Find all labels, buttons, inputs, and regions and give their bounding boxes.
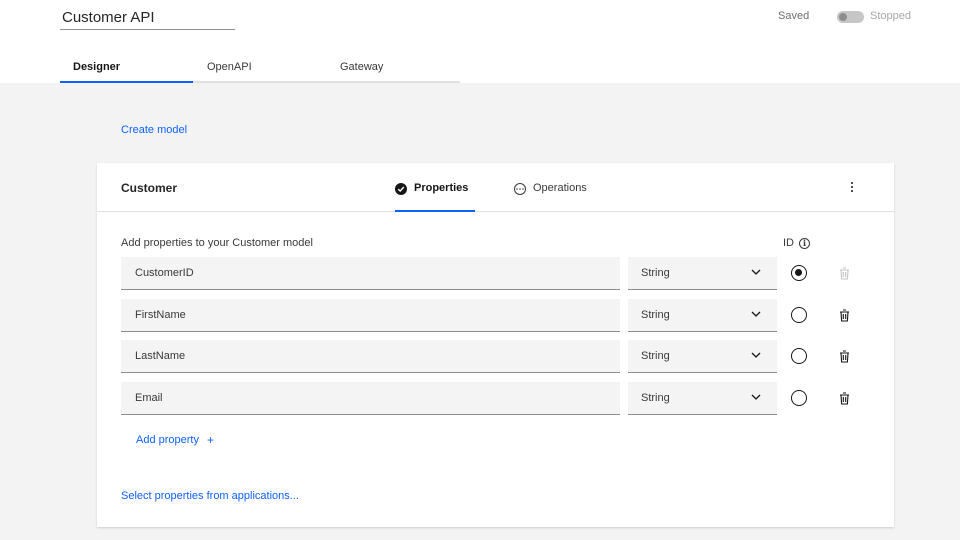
overflow-menu-icon[interactable] [849,181,855,193]
property-type-select[interactable]: String [628,257,777,290]
trash-icon[interactable] [839,350,850,363]
property-type-value: String [641,392,670,404]
api-title-field[interactable]: Customer API [60,6,235,30]
tab-openapi[interactable]: OpenAPI [207,58,252,83]
property-name-input[interactable]: FirstName [121,299,620,332]
property-row: FirstName String [121,299,861,332]
id-column-header: ID i [783,237,810,249]
properties-instructions: Add properties to your Customer model [121,237,313,249]
id-radio[interactable] [791,390,807,406]
tab-operations[interactable]: Operations [514,175,587,212]
tab-properties-label: Properties [414,182,469,194]
property-type-value: String [641,309,670,321]
model-card-header: Customer Properties Operations [97,163,894,212]
add-property-button[interactable]: Add property + [136,433,214,447]
chevron-down-icon [751,394,761,400]
property-row: Email String [121,382,861,415]
info-icon[interactable]: i [799,237,810,249]
plus-icon: + [206,433,214,447]
toggle-status-label: Stopped [870,10,911,22]
property-type-value: String [641,350,670,362]
id-radio[interactable] [791,348,807,364]
property-type-value: String [641,267,670,279]
trash-icon [840,267,849,280]
add-property-label: Add property [136,434,199,446]
tab-gateway[interactable]: Gateway [340,58,383,83]
select-properties-link[interactable]: Select properties from applications... [121,490,299,502]
id-radio[interactable] [791,307,807,323]
model-card: Customer Properties Operations Add prope… [97,163,894,527]
trash-icon[interactable] [839,309,850,322]
property-type-select[interactable]: String [628,340,777,373]
chevron-down-icon [751,311,761,317]
checkmark-filled-icon [395,183,407,195]
trash-icon[interactable] [839,392,850,405]
model-title: Customer [121,181,178,195]
property-name-input[interactable]: CustomerID [121,257,620,290]
tab-designer[interactable]: Designer [60,58,193,83]
create-model-link[interactable]: Create model [121,124,187,136]
tab-operations-label: Operations [533,182,587,194]
chevron-down-icon [751,269,761,275]
toggle-knob [839,13,847,21]
chevron-down-icon [751,352,761,358]
property-type-select[interactable]: String [628,299,777,332]
saved-status: Saved [778,10,810,22]
radio-dot [795,269,802,276]
property-name-input[interactable]: LastName [121,340,620,373]
property-type-select[interactable]: String [628,382,777,415]
run-toggle[interactable] [837,11,864,23]
main-tabs: Designer OpenAPI Gateway [60,58,460,83]
property-row: LastName String [121,340,861,373]
tab-properties[interactable]: Properties [395,175,475,212]
id-radio-selected[interactable] [791,265,807,281]
property-row: CustomerID String [121,257,861,290]
top-bar: Customer API Saved Stopped Designer Open… [0,0,960,83]
overflow-circle-icon [514,183,526,195]
property-name-input[interactable]: Email [121,382,620,415]
id-column-label: ID [783,237,794,249]
